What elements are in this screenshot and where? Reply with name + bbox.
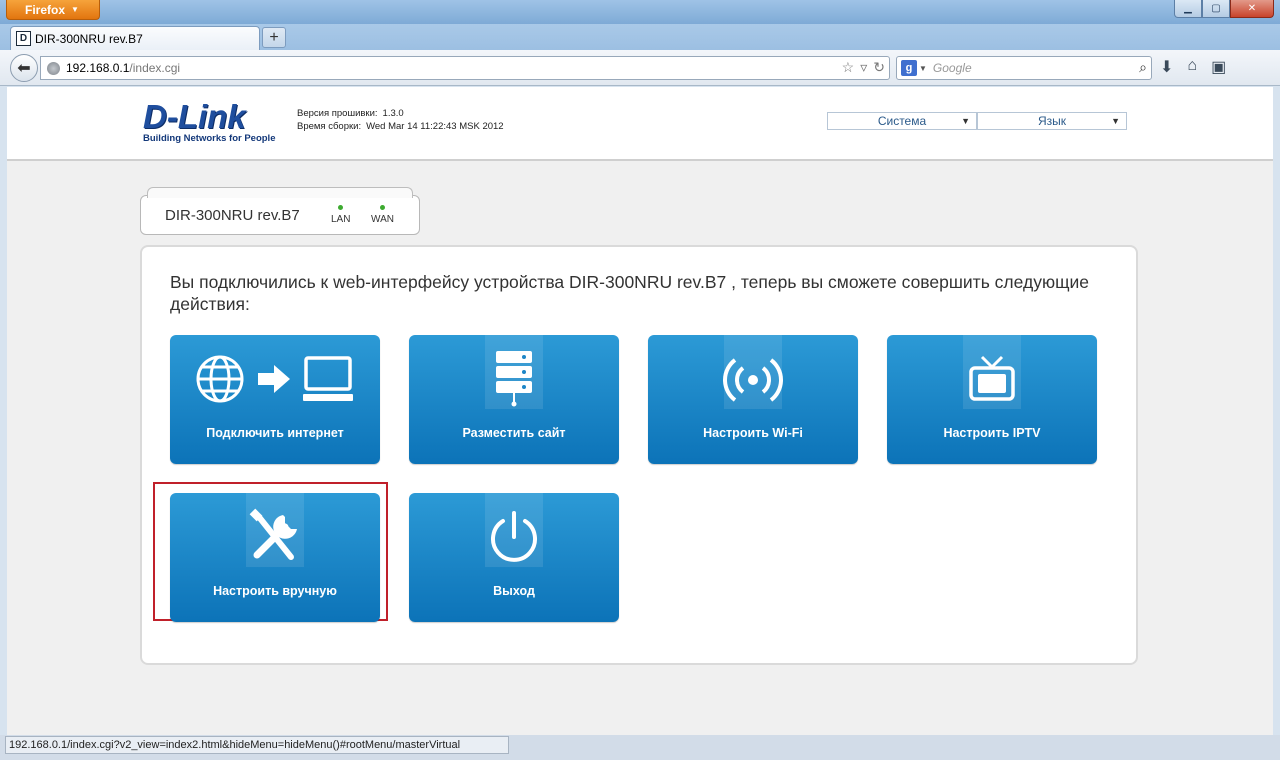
tab-title: DIR-300NRU rev.B7 [35,31,143,46]
maximize-button[interactable]: ▢ [1202,0,1230,18]
tile-label: Настроить Wi-Fi [703,426,803,440]
status-url: 192.168.0.1/index.cgi?v2_view=index2.htm… [9,739,461,751]
toolbar-right: ⬇ ⌂ ▣ [1160,57,1226,77]
firmware-info: Версия прошивки: 1.3.0 Время сборки: Wed M… [297,107,504,133]
tile-label: Подключить интернет [206,426,344,440]
dlink-logo: D-Link Building Networks for People [143,98,276,144]
configure-iptv-tile[interactable]: Настроить IPTV [887,335,1097,464]
tile-label: Выход [493,584,535,598]
tools-icon [249,508,297,560]
manual-setup-tile[interactable]: Настроить вручную [170,493,380,622]
navigation-toolbar: ⬅ 192.168.0.1 /index.cgi ☆ ▿ ↻ g ▼ Googl… [0,50,1280,86]
intro-text: Вы подключились к web-интерфейсу устройс… [170,272,1089,314]
firefox-menu-label: Firefox [25,2,66,17]
tile-label: Разместить сайт [462,426,566,440]
device-name: DIR-300NRU rev.B7 [165,207,300,224]
wifi-icon [723,358,783,402]
host-site-tile[interactable]: Разместить сайт [409,335,619,464]
chevron-down-icon: ▼ [71,5,79,14]
address-bar[interactable]: 192.168.0.1 /index.cgi ☆ ▿ ↻ [40,56,890,80]
window-controls: ▁ ▢ ✕ [1174,0,1274,18]
wan-led-icon [380,205,385,210]
language-select[interactable]: Язык ▼ [977,112,1127,130]
engine-dropdown-icon[interactable]: ▼ [919,64,927,73]
search-input[interactable]: Google [933,61,972,75]
language-select-label: Язык [1037,114,1067,128]
google-engine-icon[interactable]: g [901,60,917,76]
connect-internet-tile[interactable]: Подключить интернет [170,335,380,464]
search-bar[interactable]: g ▼ Google ⌕ [896,56,1152,80]
globe-to-computer-icon [196,355,353,403]
configure-wifi-tile[interactable]: Настроить Wi-Fi [648,335,858,464]
logo-tagline: Building Networks for People [143,133,276,144]
browser-tab[interactable]: D DIR-300NRU rev.B7 [10,26,260,50]
firefox-menu-button[interactable]: Firefox ▼ [6,0,100,20]
tile-label: Настроить IPTV [943,426,1041,440]
logo-text: D-Link [143,98,246,135]
url-tools: ☆ ▿ ↻ [842,59,885,76]
chevron-down-icon: ▼ [961,116,970,126]
build-value: Wed Mar 14 11:22:43 MSK 2012 [366,121,504,132]
url-host: 192.168.0.1 [66,61,130,75]
actions-panel: Вы подключились к web-интерфейсу устройс… [140,245,1138,665]
site-identity-icon[interactable] [47,61,60,75]
lan-led-icon [338,205,343,210]
download-icon[interactable]: ⬇ [1160,57,1173,77]
close-window-button[interactable]: ✕ [1230,0,1274,18]
addon-bar-icon[interactable]: ▣ [1211,57,1226,77]
exit-tile[interactable]: Выход [409,493,619,622]
tab-strip: D DIR-300NRU rev.B7 + [0,24,1280,50]
build-label: Время сборки: [297,121,362,132]
lan-label: LAN [331,214,351,225]
tile-label: Настроить вручную [213,584,337,598]
status-bar: 192.168.0.1/index.cgi?v2_view=index2.htm… [5,736,509,754]
firmware-value: 1.3.0 [382,108,404,119]
server-icon [496,351,532,407]
system-select-label: Система [877,114,927,128]
history-dropdown-icon[interactable]: ▿ [860,59,867,76]
power-icon [491,511,537,562]
page-header: D-Link Building Networks for People Верс… [7,87,1273,161]
new-tab-button[interactable]: + [262,27,286,48]
tv-icon [969,355,1015,401]
window-titlebar: Firefox ▼ ▁ ▢ ✕ [0,0,1280,24]
bookmark-star-icon[interactable]: ☆ [842,59,855,76]
search-icon[interactable]: ⌕ [1139,59,1147,76]
back-button[interactable]: ⬅ [10,54,38,82]
minimize-button[interactable]: ▁ [1174,0,1202,18]
firmware-label: Версия прошивки: [297,108,378,119]
dlink-favicon-icon: D [16,31,31,46]
home-icon[interactable]: ⌂ [1187,57,1197,77]
chevron-down-icon: ▼ [1111,116,1120,126]
system-select[interactable]: Система ▼ [827,112,977,130]
reload-icon[interactable]: ↻ [873,59,885,76]
device-status-card: DIR-300NRU rev.B7 LAN WAN [140,187,420,235]
wan-label: WAN [371,214,394,225]
plus-icon: + [269,28,279,46]
router-page: D-Link Building Networks for People Верс… [7,87,1273,735]
back-arrow-icon: ⬅ [17,60,31,77]
url-path: /index.cgi [129,61,181,75]
